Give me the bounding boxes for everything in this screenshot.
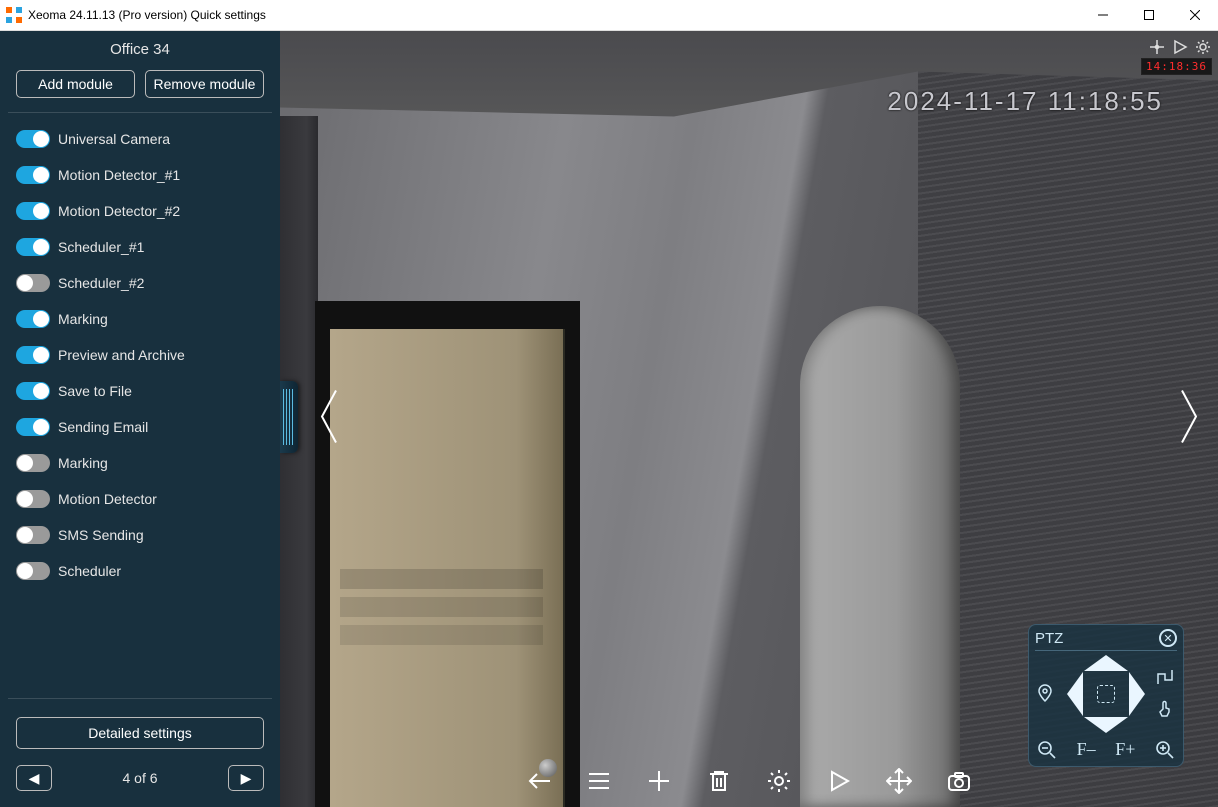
ptz-down-button[interactable]: [1084, 717, 1128, 733]
module-row[interactable]: Universal Camera: [10, 121, 270, 157]
module-row[interactable]: SMS Sending: [10, 517, 270, 553]
move-icon[interactable]: [886, 768, 912, 794]
detailed-settings-button[interactable]: Detailed settings: [16, 717, 264, 749]
trash-icon[interactable]: [706, 768, 732, 794]
video-timestamp-overlay: 2024-11-17 11:18:55: [887, 86, 1163, 117]
module-toggle[interactable]: [16, 202, 50, 220]
play-icon[interactable]: [826, 768, 852, 794]
gear-icon[interactable]: [1193, 37, 1212, 56]
sidebar-collapse-handle[interactable]: [280, 381, 298, 453]
module-label: Scheduler_#1: [58, 239, 144, 255]
play-icon[interactable]: [1170, 37, 1189, 56]
module-label: Sending Email: [58, 419, 148, 435]
ptz-home-button[interactable]: [1097, 685, 1115, 703]
module-row[interactable]: Marking: [10, 445, 270, 481]
module-row[interactable]: Sending Email: [10, 409, 270, 445]
module-row[interactable]: Motion Detector_#2: [10, 193, 270, 229]
module-toggle[interactable]: [16, 490, 50, 508]
page-next-button[interactable]: ▶: [228, 765, 264, 791]
page-prev-button[interactable]: ◀: [16, 765, 52, 791]
module-list: Universal Camera Motion Detector_#1 Motion…: [0, 121, 280, 696]
window-title: Xeoma 24.11.13 (Pro version) Quick setti…: [28, 8, 266, 22]
module-row[interactable]: Motion Detector: [10, 481, 270, 517]
module-toggle[interactable]: [16, 130, 50, 148]
module-row[interactable]: Scheduler_#1: [10, 229, 270, 265]
ptz-left-button[interactable]: [1067, 672, 1083, 716]
remove-module-button[interactable]: Remove module: [145, 70, 264, 98]
module-toggle[interactable]: [16, 274, 50, 292]
module-label: Motion Detector_#2: [58, 203, 180, 219]
window-titlebar: Xeoma 24.11.13 (Pro version) Quick setti…: [0, 0, 1218, 31]
module-row[interactable]: Save to File: [10, 373, 270, 409]
module-row[interactable]: Preview and Archive: [10, 337, 270, 373]
gear-icon[interactable]: [766, 768, 792, 794]
divider: [8, 698, 272, 699]
module-label: Scheduler_#2: [58, 275, 144, 291]
bottom-toolbar: [280, 755, 1218, 807]
add-icon[interactable]: [646, 768, 672, 794]
module-label: Marking: [58, 455, 108, 471]
ptz-touch-icon[interactable]: [1155, 699, 1177, 721]
ptz-preset-pin-icon[interactable]: [1035, 683, 1057, 705]
module-row[interactable]: Motion Detector_#1: [10, 157, 270, 193]
module-toggle[interactable]: [16, 562, 50, 580]
quick-settings-sidebar: Office 34 Add module Remove module Unive…: [0, 31, 280, 807]
ptz-right-button[interactable]: [1129, 672, 1145, 716]
module-label: Motion Detector_#1: [58, 167, 180, 183]
ptz-tour-icon[interactable]: [1155, 667, 1177, 689]
module-toggle[interactable]: [16, 310, 50, 328]
window-maximize-button[interactable]: [1126, 0, 1172, 30]
module-label: Marking: [58, 311, 108, 327]
ptz-up-button[interactable]: [1084, 655, 1128, 671]
module-row[interactable]: Scheduler: [10, 553, 270, 589]
camera-title: Office 34: [0, 41, 280, 58]
ptz-title: PTZ: [1035, 630, 1063, 647]
scene-cabinet: [800, 306, 960, 807]
module-label: Save to File: [58, 383, 132, 399]
add-module-button[interactable]: Add module: [16, 70, 135, 98]
ptz-close-button[interactable]: ✕: [1159, 629, 1177, 647]
ptz-direction-pad: [1067, 655, 1145, 733]
window-minimize-button[interactable]: [1080, 0, 1126, 30]
module-label: Preview and Archive: [58, 347, 185, 363]
scene-door: [330, 329, 565, 807]
camera-icon[interactable]: [946, 768, 972, 794]
module-toggle[interactable]: [16, 418, 50, 436]
move-icon[interactable]: [1147, 37, 1166, 56]
module-label: SMS Sending: [58, 527, 144, 543]
module-toggle[interactable]: [16, 166, 50, 184]
module-label: Scheduler: [58, 563, 121, 579]
module-toggle[interactable]: [16, 454, 50, 472]
module-label: Motion Detector: [58, 491, 157, 507]
ptz-panel: PTZ ✕: [1028, 624, 1184, 767]
module-row[interactable]: Scheduler_#2: [10, 265, 270, 301]
back-arrow-icon[interactable]: [526, 768, 552, 794]
video-preview: 2024-11-17 11:18:55 14:18:36 PTZ ✕: [280, 31, 1218, 807]
page-indicator: 4 of 6: [122, 770, 157, 786]
module-label: Universal Camera: [58, 131, 170, 147]
window-close-button[interactable]: [1172, 0, 1218, 30]
module-toggle[interactable]: [16, 526, 50, 544]
video-prev-button[interactable]: [318, 389, 340, 450]
divider: [8, 112, 272, 113]
module-toggle[interactable]: [16, 346, 50, 364]
scene-pillar: [280, 116, 318, 807]
corner-time-display: 14:18:36: [1141, 58, 1212, 75]
module-row[interactable]: Marking: [10, 301, 270, 337]
video-next-button[interactable]: [1178, 389, 1200, 450]
module-toggle[interactable]: [16, 238, 50, 256]
menu-icon[interactable]: [586, 768, 612, 794]
module-toggle[interactable]: [16, 382, 50, 400]
app-icon: [6, 7, 22, 23]
